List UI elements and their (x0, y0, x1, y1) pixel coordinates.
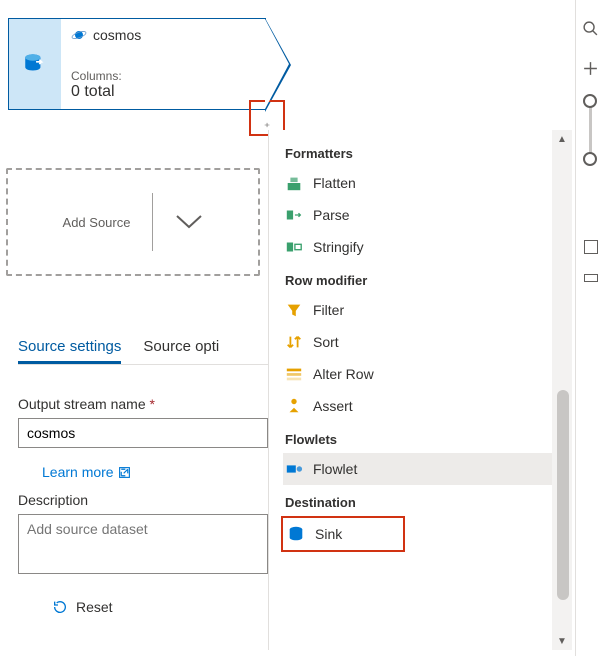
stringify-icon (285, 238, 303, 256)
plus-glyph: ₊ (264, 116, 270, 130)
menu-item-label: Sort (313, 334, 339, 350)
parse-icon (285, 206, 303, 224)
menu-item-label: Filter (313, 302, 344, 318)
description-input[interactable] (18, 514, 268, 574)
cosmos-icon (71, 27, 87, 43)
menu-item-assert[interactable]: Assert (283, 390, 572, 422)
output-stream-label: Output stream name * (18, 396, 268, 412)
reset-button[interactable]: Reset (52, 599, 268, 615)
menu-item-label: Parse (313, 207, 350, 223)
scroll-up-arrow[interactable]: ▲ (552, 130, 572, 148)
right-toolbar (575, 0, 605, 656)
description-label: Description (18, 492, 268, 508)
assert-icon (285, 397, 303, 415)
flowlet-icon (285, 460, 303, 478)
search-icon (582, 20, 599, 37)
add-source-box[interactable]: Add Source (6, 168, 260, 276)
filter-icon (285, 301, 303, 319)
menu-group-header: Flowlets (283, 432, 572, 447)
menu-item-parse[interactable]: Parse (283, 199, 572, 231)
reset-icon (52, 599, 68, 615)
menu-item-stringify[interactable]: Stringify (283, 231, 572, 263)
menu-item-flowlet[interactable]: Flowlet (283, 453, 572, 485)
output-stream-input[interactable] (18, 418, 268, 448)
scroll-thumb[interactable] (557, 390, 569, 600)
menu-item-sort[interactable]: Sort (283, 326, 572, 358)
zoom-slider[interactable] (589, 100, 592, 160)
db-export-icon (22, 51, 48, 77)
flatten-icon (285, 174, 303, 192)
menu-item-label: Alter Row (313, 366, 374, 382)
menu-item-alter-row[interactable]: Alter Row (283, 358, 572, 390)
add-source-label: Add Source (63, 215, 131, 230)
columns-label: Columns: (71, 69, 255, 83)
menu-group-header: Destination (283, 495, 572, 510)
add-button[interactable] (581, 58, 601, 78)
columns-value: 0 total (71, 83, 255, 101)
minimap-button[interactable] (584, 274, 598, 282)
menu-item-sink[interactable]: Sink (281, 516, 405, 552)
tab-source-settings[interactable]: Source settings (18, 338, 121, 364)
scroll-down-arrow[interactable]: ▼ (552, 632, 572, 650)
source-node-badge (9, 19, 61, 109)
sink-icon (287, 525, 305, 543)
menu-item-label: Flowlet (313, 461, 357, 477)
search-button[interactable] (581, 18, 601, 38)
menu-group-header: Formatters (283, 146, 572, 161)
menu-item-label: Flatten (313, 175, 356, 191)
learn-more-link[interactable]: Learn more (42, 464, 131, 480)
transformation-menu: Formatters Flatten Parse Stringify Row modif… (268, 130, 572, 650)
menu-item-label: Assert (313, 398, 353, 414)
tab-source-options[interactable]: Source opti (143, 338, 219, 364)
dataflow-canvas[interactable]: cosmos Columns: 0 total ₊ Add Source (0, 0, 260, 310)
menu-item-label: Stringify (313, 239, 364, 255)
menu-item-label: Sink (315, 526, 342, 542)
tab-underline (18, 364, 268, 365)
plus-icon (582, 60, 599, 77)
source-settings-form: Output stream name * Learn more Descript… (18, 396, 268, 615)
divider (152, 193, 153, 251)
menu-group-header: Row modifier (283, 273, 572, 288)
source-node-cosmos[interactable]: cosmos Columns: 0 total (8, 18, 266, 110)
menu-item-flatten[interactable]: Flatten (283, 167, 572, 199)
chevron-down-icon[interactable] (175, 214, 203, 230)
menu-scrollbar[interactable]: ▲ ▼ (552, 130, 572, 650)
external-link-icon (118, 466, 131, 479)
source-node-title: cosmos (93, 27, 141, 43)
menu-item-filter[interactable]: Filter (283, 294, 572, 326)
sort-icon (285, 333, 303, 351)
tabs: Source settings Source opti (18, 338, 219, 364)
alterrow-icon (285, 365, 303, 383)
fit-view-button[interactable] (584, 240, 598, 254)
